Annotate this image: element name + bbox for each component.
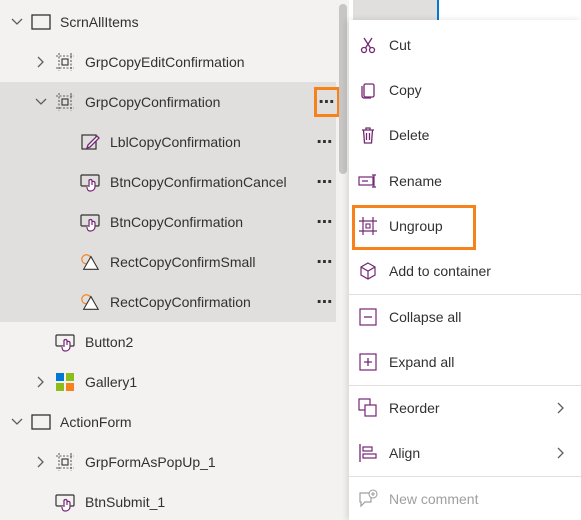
menu-item-label: Copy: [389, 82, 422, 98]
reorder-icon: [358, 398, 378, 418]
tree-item-button2[interactable]: Button2: [0, 322, 336, 362]
context-menu: Cut Copy Delete Rename Ungroup Add to co…: [349, 20, 581, 520]
tree-item-rectcopyconfirmsmall[interactable]: RectCopyConfirmSmall ⋯: [0, 242, 336, 282]
menu-item-label: Align: [389, 445, 421, 461]
button-icon: [80, 212, 100, 232]
chevron-down-icon[interactable]: [10, 415, 24, 429]
copy-icon: [358, 80, 378, 100]
group-icon: [55, 452, 75, 472]
menu-item-add-to-container[interactable]: Add to container: [349, 249, 581, 293]
chevron-down-icon[interactable]: [10, 15, 24, 29]
shapes-icon: [80, 252, 100, 272]
menu-item-label: Collapse all: [389, 309, 462, 325]
menu-item-expand-all[interactable]: Expand all: [349, 340, 581, 384]
screen-icon: [31, 12, 51, 32]
tree-item-label: RectCopyConfirmation: [110, 294, 251, 310]
tree-item-scrnallitems[interactable]: ScrnAllItems: [0, 2, 336, 42]
tree-item-grpformaspopup-1[interactable]: GrpFormAsPopUp_1: [0, 442, 336, 482]
chevron-right-icon: [555, 402, 567, 414]
tree-item-label: GrpFormAsPopUp_1: [85, 454, 216, 470]
tree-view: ScrnAllItems GrpCopyEditConfirmation Grp…: [0, 0, 349, 520]
tree-item-label: GrpCopyEditConfirmation: [85, 54, 245, 70]
menu-item-collapse-all[interactable]: Collapse all: [349, 295, 581, 339]
gallery-icon: [55, 372, 75, 392]
tree-item-grpcopyeditconfirmation[interactable]: GrpCopyEditConfirmation: [0, 42, 336, 82]
cut-icon: [358, 35, 378, 55]
group-icon: [55, 92, 75, 112]
tree-item-btncopyconfirmationcancel[interactable]: BtnCopyConfirmationCancel ⋯: [0, 162, 336, 202]
chevron-right-icon: [555, 447, 567, 459]
tree-item-label: Gallery1: [85, 374, 138, 390]
menu-item-label: Delete: [389, 127, 430, 143]
new-comment-icon: [358, 489, 378, 509]
delete-icon: [358, 125, 378, 145]
tree-item-label: BtnCopyConfirmationCancel: [110, 174, 287, 190]
menu-item-label: Cut: [389, 37, 411, 53]
tree-item-btnsubmit-1[interactable]: BtnSubmit_1: [0, 482, 336, 520]
canvas-strip-accent: [437, 0, 439, 20]
chevron-right-icon[interactable]: [34, 375, 48, 389]
label-edit-icon: [80, 132, 100, 152]
menu-item-label: New comment: [389, 491, 479, 507]
more-options-button[interactable]: ⋯: [314, 87, 340, 117]
menu-item-new-comment: New comment: [349, 477, 581, 520]
group-icon: [55, 52, 75, 72]
tree-scrollbar[interactable]: [339, 4, 347, 174]
button-icon: [55, 332, 75, 352]
more-options-button[interactable]: ⋯: [314, 251, 336, 273]
tree-item-label: Button2: [85, 334, 134, 350]
shapes-icon: [80, 292, 100, 312]
rename-icon: [358, 171, 378, 191]
chevron-right-icon[interactable]: [34, 55, 48, 69]
menu-item-label: Add to container: [389, 263, 491, 279]
collapse-all-icon: [358, 307, 378, 327]
tree-item-label: RectCopyConfirmSmall: [110, 254, 256, 270]
chevron-down-icon[interactable]: [34, 95, 48, 109]
screen-icon: [31, 412, 51, 432]
menu-item-label: Reorder: [389, 400, 440, 416]
tree-item-label: LblCopyConfirmation: [110, 134, 241, 150]
tree-item-btncopyconfirmation[interactable]: BtnCopyConfirmation ⋯: [0, 202, 336, 242]
canvas-strip: [353, 0, 437, 20]
expand-all-icon: [358, 352, 378, 372]
button-icon: [80, 172, 100, 192]
ungroup-highlight: [352, 205, 476, 250]
tree-item-grpcopyconfirmation[interactable]: GrpCopyConfirmation ⋯: [0, 82, 340, 122]
tree-item-label: ScrnAllItems: [60, 14, 139, 30]
menu-item-label: Expand all: [389, 354, 455, 370]
tree-item-label: ActionForm: [60, 414, 132, 430]
more-options-button[interactable]: ⋯: [314, 211, 336, 233]
tree-item-lblcopyconfirmation[interactable]: LblCopyConfirmation ⋯: [0, 122, 336, 162]
tree-item-rectcopyconfirmation[interactable]: RectCopyConfirmation ⋯: [0, 282, 336, 322]
chevron-right-icon[interactable]: [34, 455, 48, 469]
menu-item-rename[interactable]: Rename: [349, 159, 581, 203]
tree-item-label: BtnCopyConfirmation: [110, 214, 244, 230]
more-options-button[interactable]: ⋯: [314, 291, 336, 313]
more-options-button[interactable]: ⋯: [314, 131, 336, 153]
tree-item-gallery1[interactable]: Gallery1: [0, 362, 336, 402]
menu-item-copy[interactable]: Copy: [349, 68, 581, 112]
menu-item-delete[interactable]: Delete: [349, 113, 581, 157]
align-icon: [358, 443, 378, 463]
tree-item-actionform[interactable]: ActionForm: [0, 402, 336, 442]
tree-item-label: BtnSubmit_1: [85, 494, 166, 510]
menu-item-align[interactable]: Align: [349, 431, 581, 475]
more-options-button[interactable]: ⋯: [314, 171, 336, 193]
button-icon: [55, 492, 75, 512]
menu-item-label: Rename: [389, 173, 442, 189]
menu-item-cut[interactable]: Cut: [349, 23, 581, 67]
tree-item-label: GrpCopyConfirmation: [85, 94, 221, 110]
container-icon: [358, 261, 378, 281]
menu-item-reorder[interactable]: Reorder: [349, 386, 581, 430]
